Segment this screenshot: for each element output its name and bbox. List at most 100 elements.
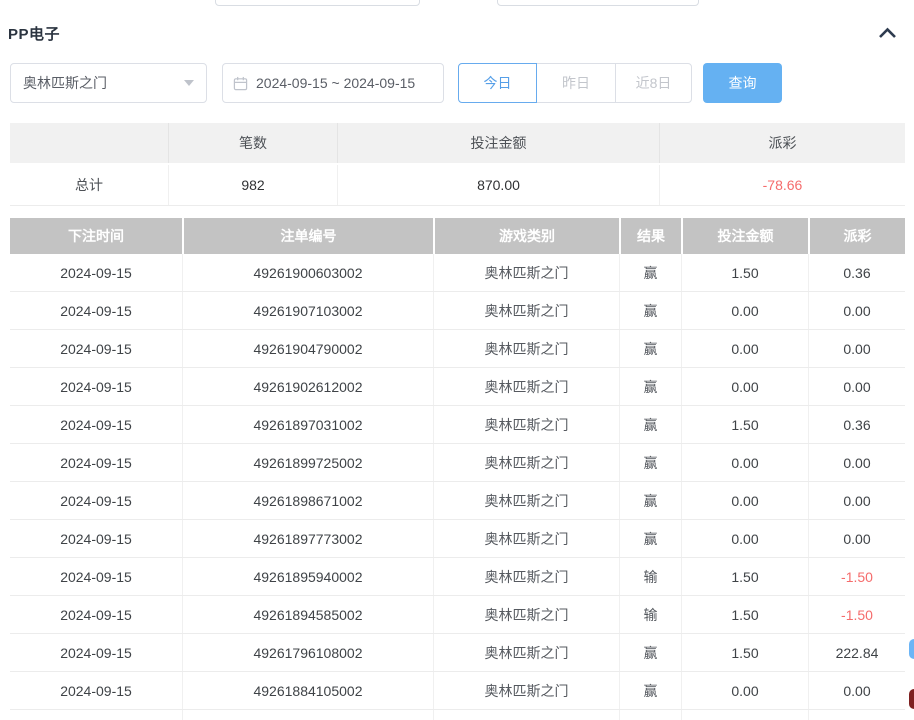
- chevron-up-icon: [878, 27, 897, 39]
- cell-game-category: 奥林匹斯之门: [433, 558, 619, 595]
- cell-payout: 0.00: [808, 672, 905, 709]
- cell-game-category: 奥林匹斯之门: [433, 520, 619, 557]
- cell-order-id: 49261900603002: [182, 254, 433, 291]
- table-row: 2024-09-15 49261897773002 奥林匹斯之门 赢 0.00 …: [10, 520, 905, 558]
- cell-payout: -1.50: [808, 558, 905, 595]
- quick-range-group: 今日 昨日 近8日: [458, 63, 692, 103]
- cell-bet-time: 2024-09-15: [60, 454, 132, 471]
- summary-total-label: 总计: [75, 177, 103, 193]
- range-last8days-button[interactable]: 近8日: [615, 63, 692, 103]
- cell-result: 赢: [619, 672, 681, 709]
- cell-result: 赢: [619, 406, 681, 443]
- summary-header-bet-amount: 投注金额: [337, 123, 659, 163]
- cell-bet-time: 2024-09-15: [60, 644, 132, 661]
- cell-order-id: 49261884105002: [182, 672, 433, 709]
- cell-game-category: 奥林匹斯之门: [433, 672, 619, 709]
- cell-game-category: 奥林匹斯之门: [433, 596, 619, 633]
- game-select[interactable]: 奥林匹斯之门: [10, 63, 207, 103]
- cell-bet-time: 2024-09-15: [60, 416, 132, 433]
- table-row: 2024-09-15 49261902612002 奥林匹斯之门 赢 0.00 …: [10, 368, 905, 406]
- range-yesterday-button[interactable]: 昨日: [536, 63, 616, 103]
- range-today-button[interactable]: 今日: [458, 63, 537, 103]
- calendar-icon: [233, 76, 248, 91]
- floating-widget-red[interactable]: [909, 689, 914, 709]
- cell-payout: 0.00: [808, 368, 905, 405]
- cell-order-id: 49261898671002: [182, 482, 433, 519]
- cell-game-category: 奥林匹斯之门: [433, 292, 619, 329]
- cell-bet-amount: 1.50: [681, 596, 808, 633]
- cell-payout: 0.00: [808, 444, 905, 481]
- page-title: PP电子: [8, 25, 61, 43]
- query-button[interactable]: 查询: [703, 63, 782, 103]
- cell-order-id: 49261899725002: [182, 444, 433, 481]
- cell-payout: 0.36: [808, 406, 905, 443]
- cell-bet-amount: 0.00: [681, 292, 808, 329]
- summary-table: 笔数 投注金额 派彩 总计 982 870.00 -78.66: [10, 123, 905, 206]
- header-result: 结果: [619, 218, 681, 254]
- cell-payout: 222.84: [808, 634, 905, 671]
- cell-bet-amount: 0.00: [681, 368, 808, 405]
- caret-down-icon: [184, 80, 194, 86]
- summary-header-blank: [10, 123, 168, 163]
- panel-header: PP电子: [8, 22, 898, 44]
- summary-header-payout: 派彩: [659, 123, 905, 163]
- cell-result: 赢: [619, 254, 681, 291]
- cell-payout: 0.00: [808, 292, 905, 329]
- table-row: 2024-09-15 49261907103002 奥林匹斯之门 赢 0.00 …: [10, 292, 905, 330]
- cell-bet-amount: 0.00: [681, 482, 808, 519]
- summary-header-count: 笔数: [168, 123, 337, 163]
- cell-bet-amount: 1.50: [681, 634, 808, 671]
- header-game-category: 游戏类别: [433, 218, 619, 254]
- cell-bet-amount: 0.00: [681, 330, 808, 367]
- cell-result: 赢: [619, 634, 681, 671]
- summary-total-row: 总计 982 870.00 -78.66: [10, 165, 905, 206]
- cell-bet-amount: 1.50: [681, 254, 808, 291]
- cell-bet-time: 2024-09-15: [60, 568, 132, 585]
- cell-game-category: 奥林匹斯之门: [433, 368, 619, 405]
- header-order-id: 注单编号: [182, 218, 433, 254]
- cell-order-id: 49261907103002: [182, 292, 433, 329]
- game-select-value: 奥林匹斯之门: [23, 75, 107, 91]
- cell-bet-time: 2024-09-15: [60, 264, 132, 281]
- table-row: 2024-09-15 49261895940002 奥林匹斯之门 输 1.50 …: [10, 558, 905, 596]
- cell-order-id: 49261902612002: [182, 368, 433, 405]
- cell-bet-amount: 0.00: [681, 520, 808, 557]
- cell-result: 赢: [619, 482, 681, 519]
- date-range-input[interactable]: 2024-09-15 ~ 2024-09-15: [222, 63, 444, 103]
- table-row: 2024-09-15 49261897031002 奥林匹斯之门 赢 1.50 …: [10, 406, 905, 444]
- cutoff-input-right[interactable]: [497, 0, 699, 6]
- cell-payout: 0.36: [808, 254, 905, 291]
- cutoff-input-left[interactable]: [215, 0, 420, 6]
- table-row: 2024-09-15 49261899725002 奥林匹斯之门 赢 0.00 …: [10, 444, 905, 482]
- cell-bet-time: 2024-09-15: [60, 340, 132, 357]
- cell-payout: 0.00: [808, 520, 905, 557]
- cell-game-category: 奥林匹斯之门: [433, 444, 619, 481]
- cell-order-id: 49261894585002: [182, 596, 433, 633]
- cell-result: 赢: [619, 444, 681, 481]
- summary-payout-value: -78.66: [659, 165, 905, 205]
- cell-game-category: 奥林匹斯之门: [433, 634, 619, 671]
- cell-game-category: 奥林匹斯之门: [433, 330, 619, 367]
- cell-bet-time: 2024-09-15: [60, 606, 132, 623]
- bet-records-table: 下注时间 注单编号 游戏类别 结果 投注金额 派彩 2024-09-15 492…: [10, 218, 905, 720]
- cell-order-id: 49261796108002: [182, 634, 433, 671]
- header-payout: 派彩: [808, 218, 905, 254]
- cell-result: 输: [619, 558, 681, 595]
- cell-payout: 0.00: [808, 330, 905, 367]
- floating-widget-blue[interactable]: [909, 639, 914, 659]
- table-row: 2024-09-15 49261894585002 奥林匹斯之门 输 1.50 …: [10, 596, 905, 634]
- cell-result: 赢: [619, 292, 681, 329]
- table-row: 2024-09-15 49261796108002 奥林匹斯之门 赢 1.50 …: [10, 634, 905, 672]
- main-table-body: 2024-09-15 49261900603002 奥林匹斯之门 赢 1.50 …: [10, 254, 905, 710]
- collapse-panel-button[interactable]: [876, 25, 898, 41]
- table-row: 2024-09-15 49261898671002 奥林匹斯之门 赢 0.00 …: [10, 482, 905, 520]
- cell-bet-amount: 1.50: [681, 406, 808, 443]
- table-row: 2024-09-15 49261904790002 奥林匹斯之门 赢 0.00 …: [10, 330, 905, 368]
- bet-table-header: 下注时间 注单编号 游戏类别 结果 投注金额 派彩: [10, 218, 905, 254]
- header-bet-time: 下注时间: [68, 228, 124, 244]
- filter-bar: 奥林匹斯之门 2024-09-15 ~ 2024-09-15 今日 昨日 近8日…: [10, 63, 782, 103]
- date-range-value: 2024-09-15 ~ 2024-09-15: [256, 75, 416, 91]
- cell-order-id: 49261895940002: [182, 558, 433, 595]
- cell-game-category: 奥林匹斯之门: [433, 482, 619, 519]
- cell-result: 赢: [619, 330, 681, 367]
